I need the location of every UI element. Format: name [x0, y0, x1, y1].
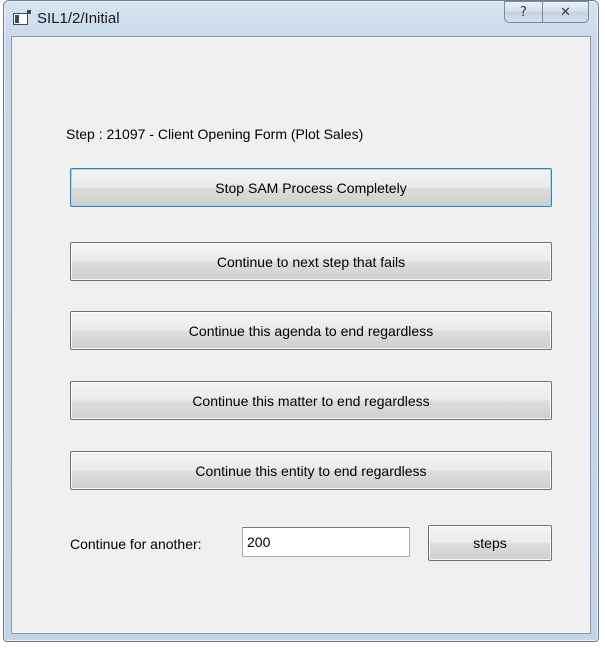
continue-matter-to-end-button[interactable]: Continue this matter to end regardless — [70, 381, 552, 420]
continue-for-another-label: Continue for another: — [70, 536, 202, 552]
help-button[interactable]: ? — [504, 1, 542, 23]
caption-buttons: ? ✕ — [504, 1, 589, 23]
step-label: Step : 21097 - Client Opening Form (Plot… — [66, 126, 364, 142]
window-title: SIL1/2/Initial — [37, 10, 120, 27]
continue-next-failing-step-button[interactable]: Continue to next step that fails — [70, 242, 552, 281]
continue-agenda-to-end-button[interactable]: Continue this agenda to end regardless — [70, 311, 552, 350]
title-bar[interactable]: SIL1/2/Initial ? ✕ — [4, 1, 598, 37]
dialog-client-area: Step : 21097 - Client Opening Form (Plot… — [11, 36, 591, 634]
help-icon: ? — [520, 4, 527, 20]
close-icon: ✕ — [560, 4, 571, 20]
steps-button[interactable]: steps — [428, 525, 552, 561]
continue-entity-to-end-button[interactable]: Continue this entity to end regardless — [70, 451, 552, 490]
app-window-icon — [13, 10, 31, 25]
steps-count-input[interactable] — [242, 527, 410, 557]
stop-sam-process-button[interactable]: Stop SAM Process Completely — [70, 168, 552, 207]
dialog-window: SIL1/2/Initial ? ✕ Step : 21097 - Client… — [3, 0, 599, 642]
close-button[interactable]: ✕ — [542, 1, 589, 23]
